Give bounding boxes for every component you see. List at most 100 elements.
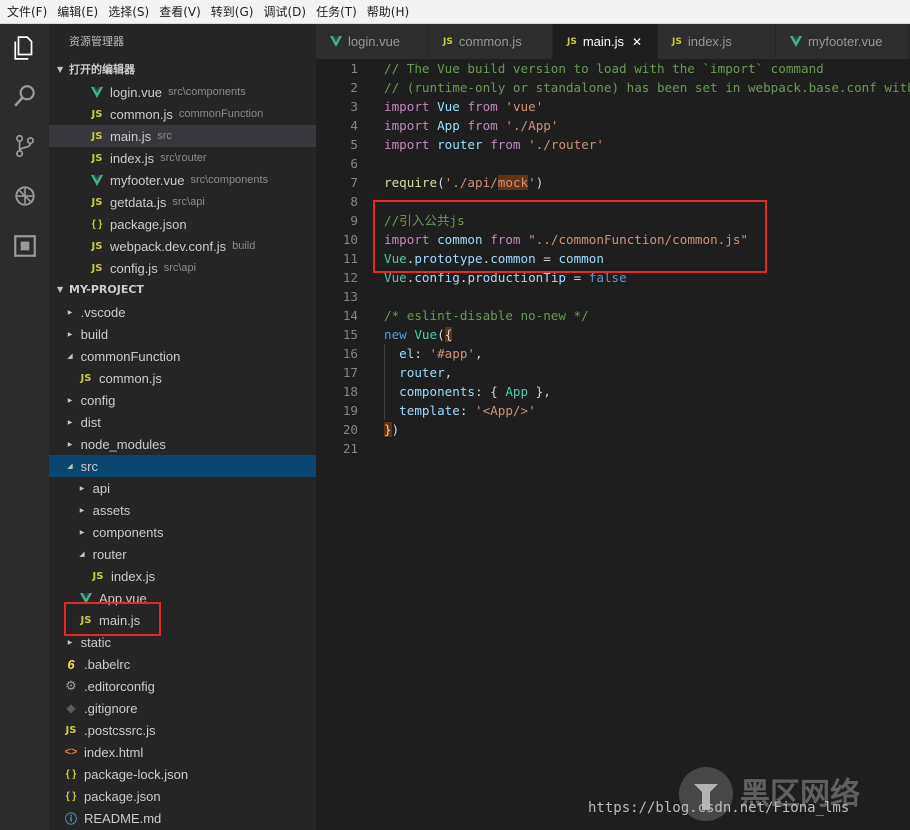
folder-name: dist (80, 414, 101, 430)
line-number: 19 (342, 403, 358, 418)
menu-item[interactable]: 编辑(E) (52, 0, 103, 24)
vue-file-icon (330, 36, 342, 47)
js-file-icon: JS (91, 240, 103, 252)
tree-file[interactable]: { } package-lock.json (49, 763, 316, 785)
js-file-icon: JS (80, 372, 92, 384)
file-path: build (232, 240, 256, 252)
chevron-right-icon: ▶ (79, 485, 85, 492)
chevron-down-icon: ▼ (57, 65, 64, 74)
menu-item[interactable]: 选择(S) (103, 0, 154, 24)
menu-item[interactable]: 帮助(H) (362, 0, 414, 24)
line-number: 18 (342, 384, 358, 399)
tab-myfooter-vue[interactable]: myfooter.vue (776, 24, 910, 59)
open-editor-item[interactable]: JS common.js commonFunction (49, 103, 316, 125)
tab-login-vue[interactable]: login.vue (316, 24, 429, 59)
vue-file-icon (89, 86, 105, 98)
chevron-right-icon: ▶ (67, 441, 73, 448)
tab-main-js[interactable]: JS main.js ✕ (553, 24, 658, 59)
open-editor-item[interactable]: JS config.js src\api (49, 257, 316, 279)
chevron-down-icon: ◢ (67, 463, 73, 470)
source-control-icon[interactable] (0, 122, 49, 170)
tree-folder[interactable]: ◢ src (49, 455, 316, 477)
file-name: .gitignore (84, 700, 138, 716)
open-editors-header[interactable]: ▼ 打开的编辑器 (49, 59, 316, 81)
code-text: router, (399, 365, 453, 380)
open-editor-item[interactable]: myfooter.vue src\components (49, 169, 316, 191)
tree-folder[interactable]: ▶ api (49, 477, 316, 499)
explorer-sidebar: 资源管理器 ▼ 打开的编辑器 login.vue src\components JS c… (49, 24, 316, 830)
js-file-icon: JS (567, 36, 577, 47)
tree-file[interactable]: JS .postcssrc.js (49, 719, 316, 741)
file-path: src\router (160, 152, 207, 164)
code-text: import Vue from 'vue' (384, 99, 544, 114)
file-name: main.js (110, 128, 152, 144)
chevron-right-icon: ▶ (67, 639, 73, 646)
tree-file[interactable]: JS index.js (49, 565, 316, 587)
file-name: .editorconfig (84, 678, 155, 694)
close-icon[interactable]: ✕ (632, 35, 642, 49)
tree-file[interactable]: 6 .babelrc (49, 653, 316, 675)
tree-folder[interactable]: ▶ components (49, 521, 316, 543)
open-editor-item[interactable]: JS index.js src\router (49, 147, 316, 169)
tab-common-js[interactable]: JS common.js (429, 24, 553, 59)
js-file-icon: JS (91, 152, 103, 164)
js-file-icon: JS (91, 130, 103, 142)
line-number: 15 (342, 327, 358, 342)
tree-folder[interactable]: ◢ commonFunction (49, 345, 316, 367)
menu-item[interactable]: 转到(G) (206, 0, 259, 24)
tree-file[interactable]: { } package.json (49, 785, 316, 807)
code-text: /* eslint-disable no-new */ (384, 308, 589, 323)
tree-folder[interactable]: ▶ assets (49, 499, 316, 521)
open-editor-item[interactable]: JS getdata.js src\api (49, 191, 316, 213)
code-text: require('./api/mock') (384, 175, 544, 190)
menu-item[interactable]: 任务(T) (311, 0, 362, 24)
folder-name: .vscode (80, 304, 126, 320)
folder-name: assets (92, 502, 131, 518)
tree-folder[interactable]: ◢ router (49, 543, 316, 565)
tree-folder[interactable]: ▶ dist (49, 411, 316, 433)
menu-item[interactable]: 调试(D) (258, 0, 311, 24)
file-name: package.json (84, 788, 161, 804)
menu-item[interactable]: 查看(V) (154, 0, 206, 24)
menu-item[interactable]: 文件(F) (2, 0, 52, 24)
open-editor-item[interactable]: { } package.json (49, 213, 316, 235)
file-name: config.js (110, 260, 158, 276)
line-number: 11 (342, 251, 358, 266)
editor-tabs: login.vue JS common.js JS main.js ✕ JS index.js… (316, 24, 910, 59)
open-editor-item[interactable]: JS main.js src (49, 125, 316, 147)
tree-file[interactable]: JS common.js (49, 367, 316, 389)
tree-folder[interactable]: ▶ .vscode (49, 301, 316, 323)
tree-folder[interactable]: ▶ build (49, 323, 316, 345)
tree-file[interactable]: <> index.html (49, 741, 316, 763)
tree-folder[interactable]: ▶ node_modules (49, 433, 316, 455)
code-text: }) (384, 422, 400, 437)
code-text: components: { App }, (399, 384, 551, 399)
code-line: 21 (316, 439, 910, 458)
open-editor-item[interactable]: JS webpack.dev.conf.js build (49, 235, 316, 257)
tab-label: common.js (458, 34, 522, 49)
code-line: 1 // The Vue build version to load with t… (316, 59, 910, 78)
explorer-icon[interactable] (0, 24, 49, 72)
tree-file[interactable]: ⓘ README.md (49, 807, 316, 829)
highlight-box-code (373, 200, 767, 273)
code-line: 14 /* eslint-disable no-new */ (316, 306, 910, 325)
js-file-icon: JS (65, 724, 77, 736)
search-icon[interactable] (0, 72, 49, 120)
line-number: 17 (342, 365, 358, 380)
code-editor[interactable]: 1 // The Vue build version to load with t… (316, 59, 910, 830)
extensions-icon[interactable] (0, 222, 49, 270)
open-editor-item[interactable]: login.vue src\components (49, 81, 316, 103)
code-line: 4 import App from './App' (316, 116, 910, 135)
tree-file[interactable]: ⚙ .editorconfig (49, 675, 316, 697)
folder-name: components (92, 524, 164, 540)
file-name: getdata.js (110, 194, 167, 210)
tree-file[interactable]: ◆ .gitignore (49, 697, 316, 719)
debug-icon[interactable] (0, 172, 49, 220)
git-file-icon: ◆ (66, 701, 76, 715)
code-text: el: '#app', (399, 346, 483, 361)
line-number: 13 (342, 289, 358, 304)
tree-folder[interactable]: ▶ config (49, 389, 316, 411)
line-number: 6 (350, 156, 358, 171)
tab-index-js[interactable]: JS index.js (658, 24, 776, 59)
project-header[interactable]: ▼ MY-PROJECT (49, 279, 316, 301)
